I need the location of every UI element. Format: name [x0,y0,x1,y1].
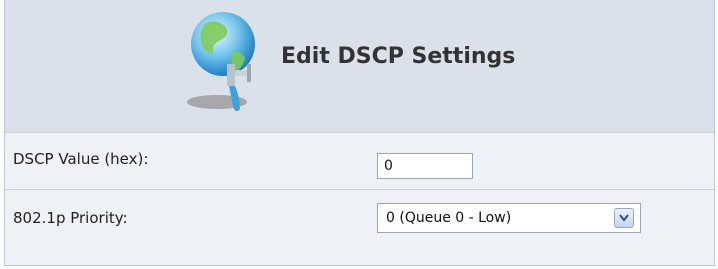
dscp-value-input[interactable] [377,153,473,179]
page-title: Edit DSCP Settings [281,43,516,69]
chevron-down-icon[interactable] [614,208,634,228]
priority-select[interactable]: 0 (Queue 0 - Low) [377,203,641,233]
priority-row: 802.1p Priority: 0 (Queue 0 - Low) [5,190,714,265]
panel-header: Edit DSCP Settings [5,0,714,132]
edit-dscp-panel: Edit DSCP Settings DSCP Value (hex): 802… [4,0,715,266]
priority-label: 802.1p Priority: [13,209,128,227]
dscp-value-row: DSCP Value (hex): [5,133,714,189]
globe-tap-icon [175,4,275,114]
priority-select-value: 0 (Queue 0 - Low) [386,210,512,226]
dscp-value-label: DSCP Value (hex): [13,150,149,168]
header-content: Edit DSCP Settings [175,4,515,114]
